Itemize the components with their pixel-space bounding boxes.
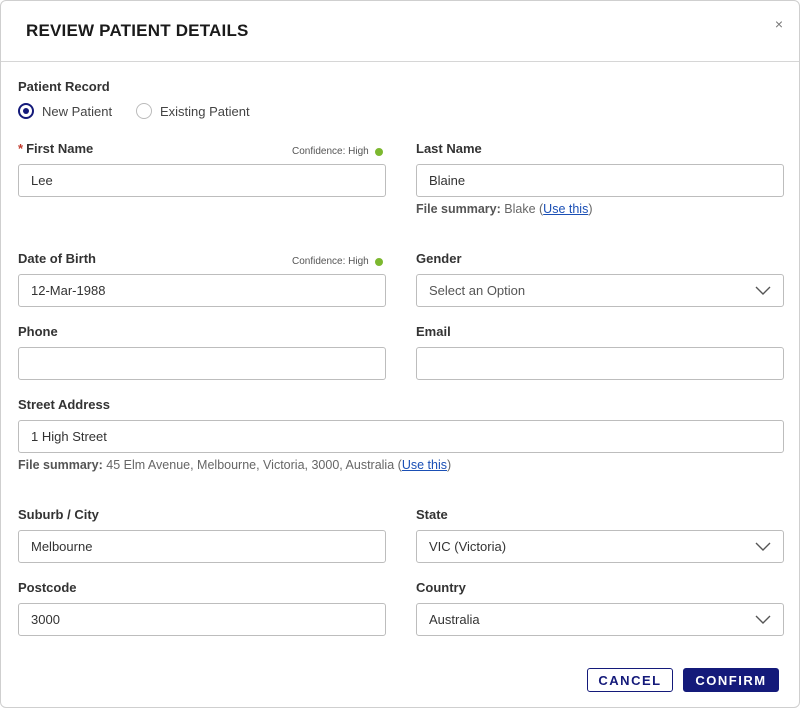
first-name-confidence: Confidence: High bbox=[292, 146, 383, 157]
dob-label: Date of Birth bbox=[18, 251, 96, 266]
dialog-title: REVIEW PATIENT DETAILS bbox=[26, 21, 249, 40]
dob-input[interactable]: 12-Mar-1988 bbox=[18, 274, 386, 307]
gender-select-value: Select an Option bbox=[429, 283, 526, 298]
street-file-summary: File summary: 45 Elm Avenue, Melbourne, … bbox=[18, 458, 452, 472]
required-marker: * bbox=[18, 141, 24, 156]
suburb-label: Suburb / City bbox=[18, 507, 99, 522]
first-name-input[interactable]: Lee bbox=[18, 164, 386, 197]
country-label: Country bbox=[416, 580, 466, 595]
country-select[interactable]: Australia bbox=[416, 603, 784, 636]
email-label: Email bbox=[416, 324, 451, 339]
last-name-label: Last Name bbox=[416, 141, 482, 156]
status-dot-icon bbox=[374, 257, 383, 266]
use-this-link[interactable]: Use this bbox=[402, 458, 447, 472]
radio-existing-patient[interactable]: Existing Patient bbox=[136, 103, 250, 119]
radio-new-patient[interactable]: New Patient bbox=[18, 103, 112, 119]
postcode-label: Postcode bbox=[18, 580, 77, 595]
last-name-input[interactable]: Blaine bbox=[416, 164, 784, 197]
radio-new-patient-label: New Patient bbox=[42, 103, 113, 119]
state-select-value: VIC (Victoria) bbox=[429, 539, 507, 554]
last-name-file-summary: File summary: Blake (Use this) bbox=[416, 202, 593, 216]
first-name-label-text: First Name bbox=[26, 141, 94, 156]
street-address-label: Street Address bbox=[18, 397, 110, 412]
use-this-link[interactable]: Use this bbox=[543, 202, 588, 216]
radio-unselected-icon bbox=[136, 103, 152, 119]
review-patient-dialog: REVIEW PATIENT DETAILS × Patient Record … bbox=[0, 0, 800, 708]
suburb-input[interactable]: Melbourne bbox=[18, 530, 386, 563]
chevron-down-icon bbox=[755, 286, 771, 295]
confidence-text: Confidence: High bbox=[292, 146, 369, 157]
close-icon[interactable]: × bbox=[775, 16, 783, 32]
chevron-down-icon bbox=[755, 615, 771, 624]
street-address-input[interactable]: 1 High Street bbox=[18, 420, 784, 453]
chevron-down-icon bbox=[755, 542, 771, 551]
file-summary-label: File summary: bbox=[416, 202, 501, 216]
cancel-button[interactable]: CANCEL bbox=[587, 668, 673, 692]
radio-existing-patient-label: Existing Patient bbox=[160, 103, 250, 119]
confidence-text: Confidence: High bbox=[292, 256, 369, 267]
email-input[interactable] bbox=[416, 347, 784, 380]
phone-label: Phone bbox=[18, 324, 58, 339]
state-label: State bbox=[416, 507, 448, 522]
confirm-button[interactable]: CONFIRM bbox=[683, 668, 779, 692]
file-summary-value: 45 Elm Avenue, Melbourne, Victoria, 3000… bbox=[106, 458, 395, 472]
header-divider bbox=[1, 61, 799, 62]
dob-confidence: Confidence: High bbox=[292, 256, 383, 267]
file-summary-label: File summary: bbox=[18, 458, 103, 472]
gender-label: Gender bbox=[416, 251, 462, 266]
file-summary-value: Blake bbox=[504, 202, 536, 216]
postcode-input[interactable]: 3000 bbox=[18, 603, 386, 636]
patient-record-label: Patient Record bbox=[18, 79, 110, 94]
gender-select[interactable]: Select an Option bbox=[416, 274, 784, 307]
state-select[interactable]: VIC (Victoria) bbox=[416, 530, 784, 563]
phone-input[interactable] bbox=[18, 347, 386, 380]
first-name-label: * First Name bbox=[18, 141, 93, 156]
status-dot-icon bbox=[374, 147, 383, 156]
country-select-value: Australia bbox=[429, 612, 480, 627]
radio-selected-icon bbox=[18, 103, 34, 119]
